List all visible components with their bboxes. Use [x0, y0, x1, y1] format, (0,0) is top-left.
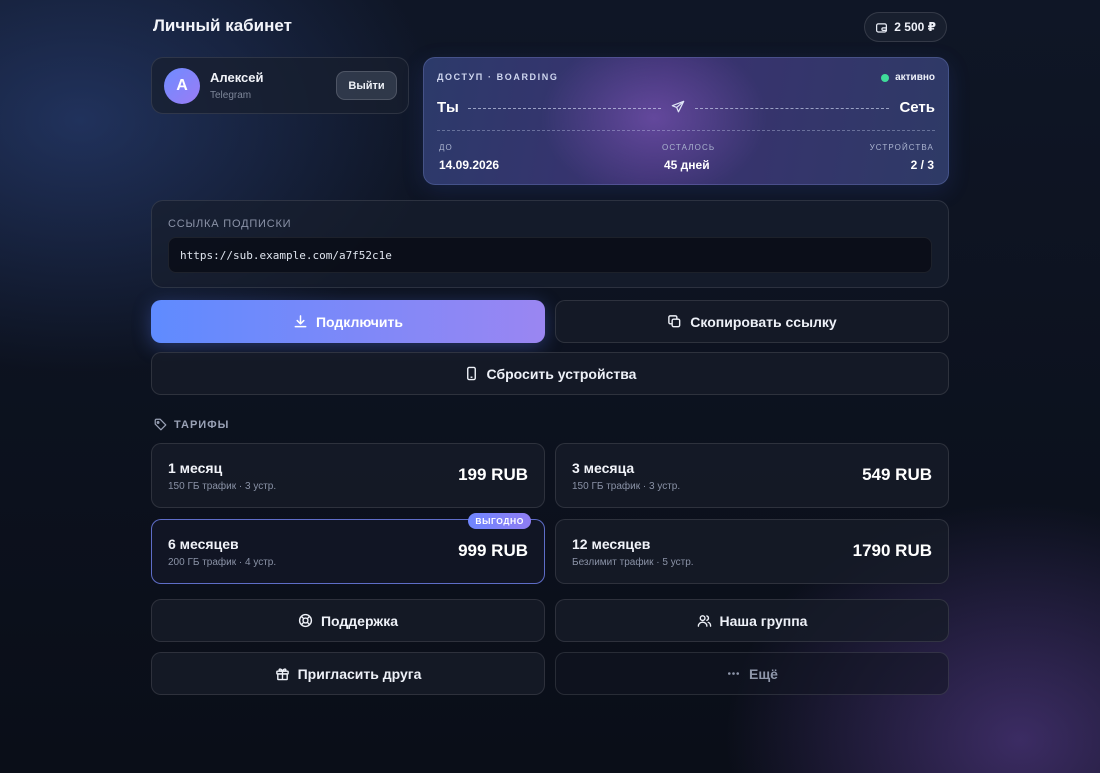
tariff-price: 999 RUB — [458, 541, 528, 560]
avatar: А — [164, 68, 200, 104]
balance-chip[interactable]: 2 500 ₽ — [864, 12, 947, 42]
tariff-name: 1 месяц — [168, 460, 223, 476]
lifebuoy-icon — [298, 613, 313, 628]
subscription-url-field[interactable]: https://sub.example.com/a7f52c1e — [168, 237, 932, 273]
user-name: Алексей — [210, 70, 264, 85]
logout-button[interactable]: Выйти — [336, 71, 397, 100]
tariff-name: 6 месяцев — [168, 536, 239, 552]
tariff-desc: 200 ГБ трафик · 4 устр. — [168, 557, 277, 568]
tariff-card-3-months[interactable]: 3 месяца 150 ГБ трафик · 3 устр. 549 RUB — [555, 443, 949, 508]
ticket-divider — [437, 130, 935, 131]
reset-devices-button[interactable]: Сбросить устройства — [151, 352, 949, 395]
tariff-name: 12 месяцев — [572, 536, 651, 552]
connect-label: Подключить — [315, 313, 403, 330]
tariff-price: 1790 RUB — [852, 541, 932, 560]
route-line-left — [468, 108, 661, 109]
users-icon — [697, 615, 711, 627]
until-value: 14.09.2026 — [439, 158, 500, 172]
tariffs-section-title: ТАРИФЫ — [154, 418, 229, 431]
more-button[interactable]: Ещё — [555, 652, 949, 695]
tariff-desc: 150 ГБ трафик · 3 устр. — [168, 481, 277, 492]
gift-icon — [275, 668, 289, 681]
smartphone-icon — [466, 366, 476, 381]
support-label: Поддержка — [320, 612, 399, 629]
access-label: ДОСТУП · BOARDING — [437, 72, 559, 82]
copy-label: Скопировать ссылку — [690, 313, 837, 330]
status-badge: активно — [881, 72, 935, 83]
tag-icon — [154, 418, 167, 431]
paper-plane-icon — [671, 100, 685, 113]
page-title: Личный кабинет — [153, 16, 292, 35]
group-button[interactable]: Наша группа — [555, 599, 949, 642]
reset-label: Сбросить устройства — [486, 365, 637, 382]
best-value-badge: ВЫГОДНО — [468, 513, 531, 529]
tariff-price: 549 RUB — [862, 465, 932, 484]
group-label: Наша группа — [719, 612, 808, 629]
copy-link-button[interactable]: Скопировать ссылку — [555, 300, 949, 343]
remaining-value: 45 дней — [664, 158, 710, 172]
tariff-desc: 150 ГБ трафик · 3 устр. — [572, 481, 681, 492]
support-button[interactable]: Поддержка — [151, 599, 545, 642]
access-ticket: ДОСТУП · BOARDING активно Ты Сеть ДО 14.… — [423, 57, 949, 185]
tariff-price: 199 RUB — [458, 465, 528, 484]
tariff-desc: Безлимит трафик · 5 устр. — [572, 557, 694, 568]
balance-value: 2 500 ₽ — [894, 20, 936, 34]
route-from: Ты — [437, 99, 459, 116]
subscription-label: ССЫЛКА ПОДПИСКИ — [168, 218, 292, 230]
download-icon — [294, 315, 307, 328]
profile-card: А Алексей Telegram Выйти — [151, 57, 409, 114]
status-text: активно — [895, 72, 935, 83]
tariffs-label: ТАРИФЫ — [174, 418, 230, 431]
tariff-card-6-months[interactable]: ВЫГОДНО 6 месяцев 200 ГБ трафик · 4 устр… — [151, 513, 545, 584]
user-provider: Telegram — [210, 90, 252, 101]
until-label: ДО — [439, 143, 453, 152]
connect-button[interactable]: Подключить — [151, 300, 545, 343]
copy-icon — [668, 315, 681, 328]
more-dots-icon — [728, 672, 740, 675]
devices-label: УСТРОЙСТВА — [869, 143, 934, 152]
subscription-card: ССЫЛКА ПОДПИСКИ https://sub.example.com/… — [151, 200, 949, 288]
wallet-icon — [876, 22, 888, 33]
invite-label: Пригласить друга — [297, 665, 422, 682]
more-label: Ещё — [749, 665, 778, 682]
route-to: Сеть — [899, 99, 935, 116]
status-dot-icon — [881, 73, 890, 82]
top-bar: Личный кабинет 2 500 ₽ — [151, 12, 949, 42]
tariff-card-1-month[interactable]: 1 месяц 150 ГБ трафик · 3 устр. 199 RUB — [151, 443, 545, 508]
tariff-card-12-months[interactable]: 12 месяцев Безлимит трафик · 5 устр. 179… — [555, 519, 949, 584]
remaining-label: ОСТАЛОСЬ — [662, 143, 716, 152]
invite-friend-button[interactable]: Пригласить друга — [151, 652, 545, 695]
devices-value: 2 / 3 — [910, 158, 934, 172]
tariff-name: 3 месяца — [572, 460, 635, 476]
route-line-right — [695, 108, 889, 109]
